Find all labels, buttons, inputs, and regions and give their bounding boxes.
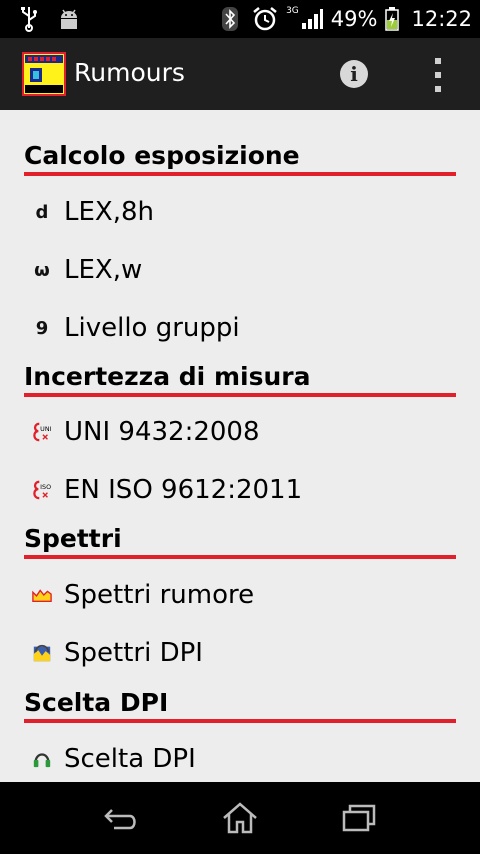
livello-gruppi-icon: 9 [35,317,49,339]
home-icon[interactable] [220,800,260,836]
svg-text:ISO: ISO [40,484,51,491]
menu-list: Calcolo esposizione d LEX,8h ω LEX,w 9 L… [0,110,480,782]
app-title: Rumours [74,58,185,87]
item-label: LEX,8h [64,197,155,227]
item-label: EN ISO 9612:2011 [64,475,303,505]
battery-icon [385,7,400,31]
battery-percent: 49% [330,7,378,31]
section-title: Spettri [24,523,456,559]
item-label: Livello gruppi [64,313,240,343]
item-uni-9432[interactable]: UNI UNI 9432:2008 [32,410,260,454]
item-lex-8h[interactable]: d LEX,8h [32,190,154,234]
item-label: Scelta DPI [64,744,196,774]
bluetooth-icon [222,7,239,31]
item-label: LEX,w [64,255,143,285]
navigation-bar [0,782,480,854]
back-icon[interactable] [100,800,140,836]
action-bar: Rumours i [0,38,480,110]
network-type: 3G [286,6,299,16]
lex-w-icon: ω [34,259,50,281]
item-scelta-dpi[interactable]: Scelta DPI [32,737,196,781]
section-header-spettri: Spettri [24,523,456,559]
android-icon [61,9,77,29]
section-header-calcolo: Calcolo esposizione [24,140,456,176]
section-header-incertezza: Incertezza di misura [24,361,456,397]
clock: 12:22 [411,7,472,31]
recent-apps-icon[interactable] [340,800,380,836]
uni-icon: UNI [32,421,52,443]
headphones-icon [32,748,52,770]
usb-icon [21,7,37,32]
item-en-iso-9612[interactable]: ISO EN ISO 9612:2011 [32,468,302,512]
status-bar: 3G 49% 12:22 [0,0,480,38]
item-livello-gruppi[interactable]: 9 Livello gruppi [32,306,240,350]
overflow-menu-icon[interactable] [428,58,448,92]
iso-icon: ISO [32,479,52,501]
section-title: Calcolo esposizione [24,140,456,176]
noise-spectrum-icon [32,584,52,606]
svg-text:UNI: UNI [40,426,51,433]
signal-icon [301,9,323,29]
item-spettri-rumore[interactable]: Spettri rumore [32,573,254,617]
item-label: UNI 9432:2008 [64,417,260,447]
item-label: Spettri DPI [64,638,203,668]
dpi-spectrum-icon [32,642,52,664]
section-title: Scelta DPI [24,687,456,723]
lex-8h-icon: d [35,201,49,223]
section-title: Incertezza di misura [24,361,456,397]
app-logo-icon[interactable] [22,52,66,96]
alarm-icon [253,7,277,31]
item-label: Spettri rumore [64,580,255,610]
section-header-scelta-dpi: Scelta DPI [24,687,456,723]
item-lex-w[interactable]: ω LEX,w [32,248,142,292]
info-icon[interactable]: i [340,60,368,88]
item-spettri-dpi[interactable]: Spettri DPI [32,631,203,675]
